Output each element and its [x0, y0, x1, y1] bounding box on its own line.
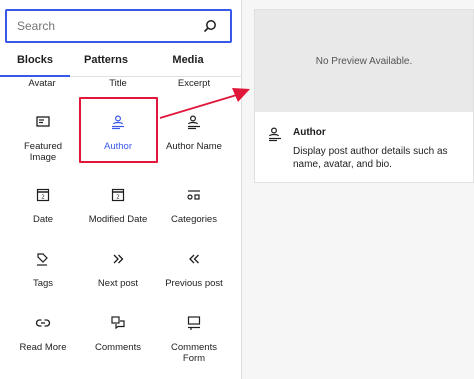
- svg-text:2: 2: [41, 195, 45, 201]
- block-read-more[interactable]: Read More: [5, 315, 81, 353]
- block-label: Avatar: [28, 78, 56, 89]
- block-label: Comments: [95, 342, 141, 353]
- block-label: Next post: [97, 278, 139, 289]
- search-input[interactable]: [7, 11, 197, 41]
- block-label: Modified Date: [88, 214, 148, 225]
- preview-empty-text: No Preview Available.: [315, 55, 413, 67]
- double-chevron-right-icon: [110, 251, 126, 267]
- preview-description: Display post author details such as name…: [293, 146, 448, 170]
- comments-form-icon: [186, 315, 202, 331]
- featured-image-icon: [35, 114, 51, 130]
- block-label: Author: [104, 141, 132, 152]
- tab-patterns[interactable]: Patterns: [70, 44, 142, 77]
- block-modified-date[interactable]: 2 Modified Date: [80, 187, 156, 225]
- calendar-icon: 2: [35, 187, 51, 203]
- block-date[interactable]: 2 Date: [5, 187, 81, 225]
- link-icon: [35, 315, 51, 331]
- block-comments[interactable]: Comments: [80, 315, 156, 353]
- block-author[interactable]: Author: [80, 114, 156, 152]
- annotation-arrow: [159, 88, 250, 119]
- tab-blocks[interactable]: Blocks: [0, 44, 70, 77]
- block-label: Featured Image: [23, 141, 63, 163]
- block-preview-panel: No Preview Available. Author Display pos…: [254, 9, 474, 183]
- block-next-post[interactable]: Next post: [80, 251, 156, 289]
- block-tags[interactable]: Tags: [5, 251, 81, 289]
- preview-title: Author: [293, 127, 326, 138]
- block-avatar[interactable]: Avatar: [4, 78, 80, 89]
- block-label: Tags: [32, 278, 54, 289]
- block-title[interactable]: Title: [80, 78, 156, 89]
- block-previous-post[interactable]: Previous post: [156, 251, 232, 289]
- block-categories[interactable]: Categories: [156, 187, 232, 225]
- block-inserter-panel: Blocks Patterns Media Avatar Title Excer…: [0, 0, 242, 379]
- search-box: [5, 9, 232, 43]
- tab-media[interactable]: Media: [150, 44, 226, 77]
- block-label: Date: [32, 214, 54, 225]
- svg-text:2: 2: [116, 195, 120, 201]
- author-icon: [110, 114, 126, 130]
- block-label: Previous post: [165, 278, 223, 289]
- double-chevron-left-icon: [186, 251, 202, 267]
- comments-icon: [110, 315, 126, 331]
- block-featured-image[interactable]: Featured Image: [5, 114, 81, 163]
- block-label: Title: [109, 78, 127, 89]
- categories-icon: [186, 187, 202, 203]
- preview-area: No Preview Available.: [255, 10, 473, 112]
- author-icon: [267, 126, 283, 147]
- block-label: Categories: [171, 214, 217, 225]
- tag-icon: [35, 251, 51, 267]
- search-icon[interactable]: [202, 18, 218, 34]
- calendar-icon: 2: [110, 187, 126, 203]
- block-comments-form[interactable]: Comments Form: [156, 315, 232, 364]
- block-label: Comments Form: [171, 342, 217, 364]
- block-label: Author Name: [166, 141, 222, 152]
- block-label: Read More: [19, 342, 67, 353]
- inserter-tabs: Blocks Patterns Media: [0, 44, 241, 77]
